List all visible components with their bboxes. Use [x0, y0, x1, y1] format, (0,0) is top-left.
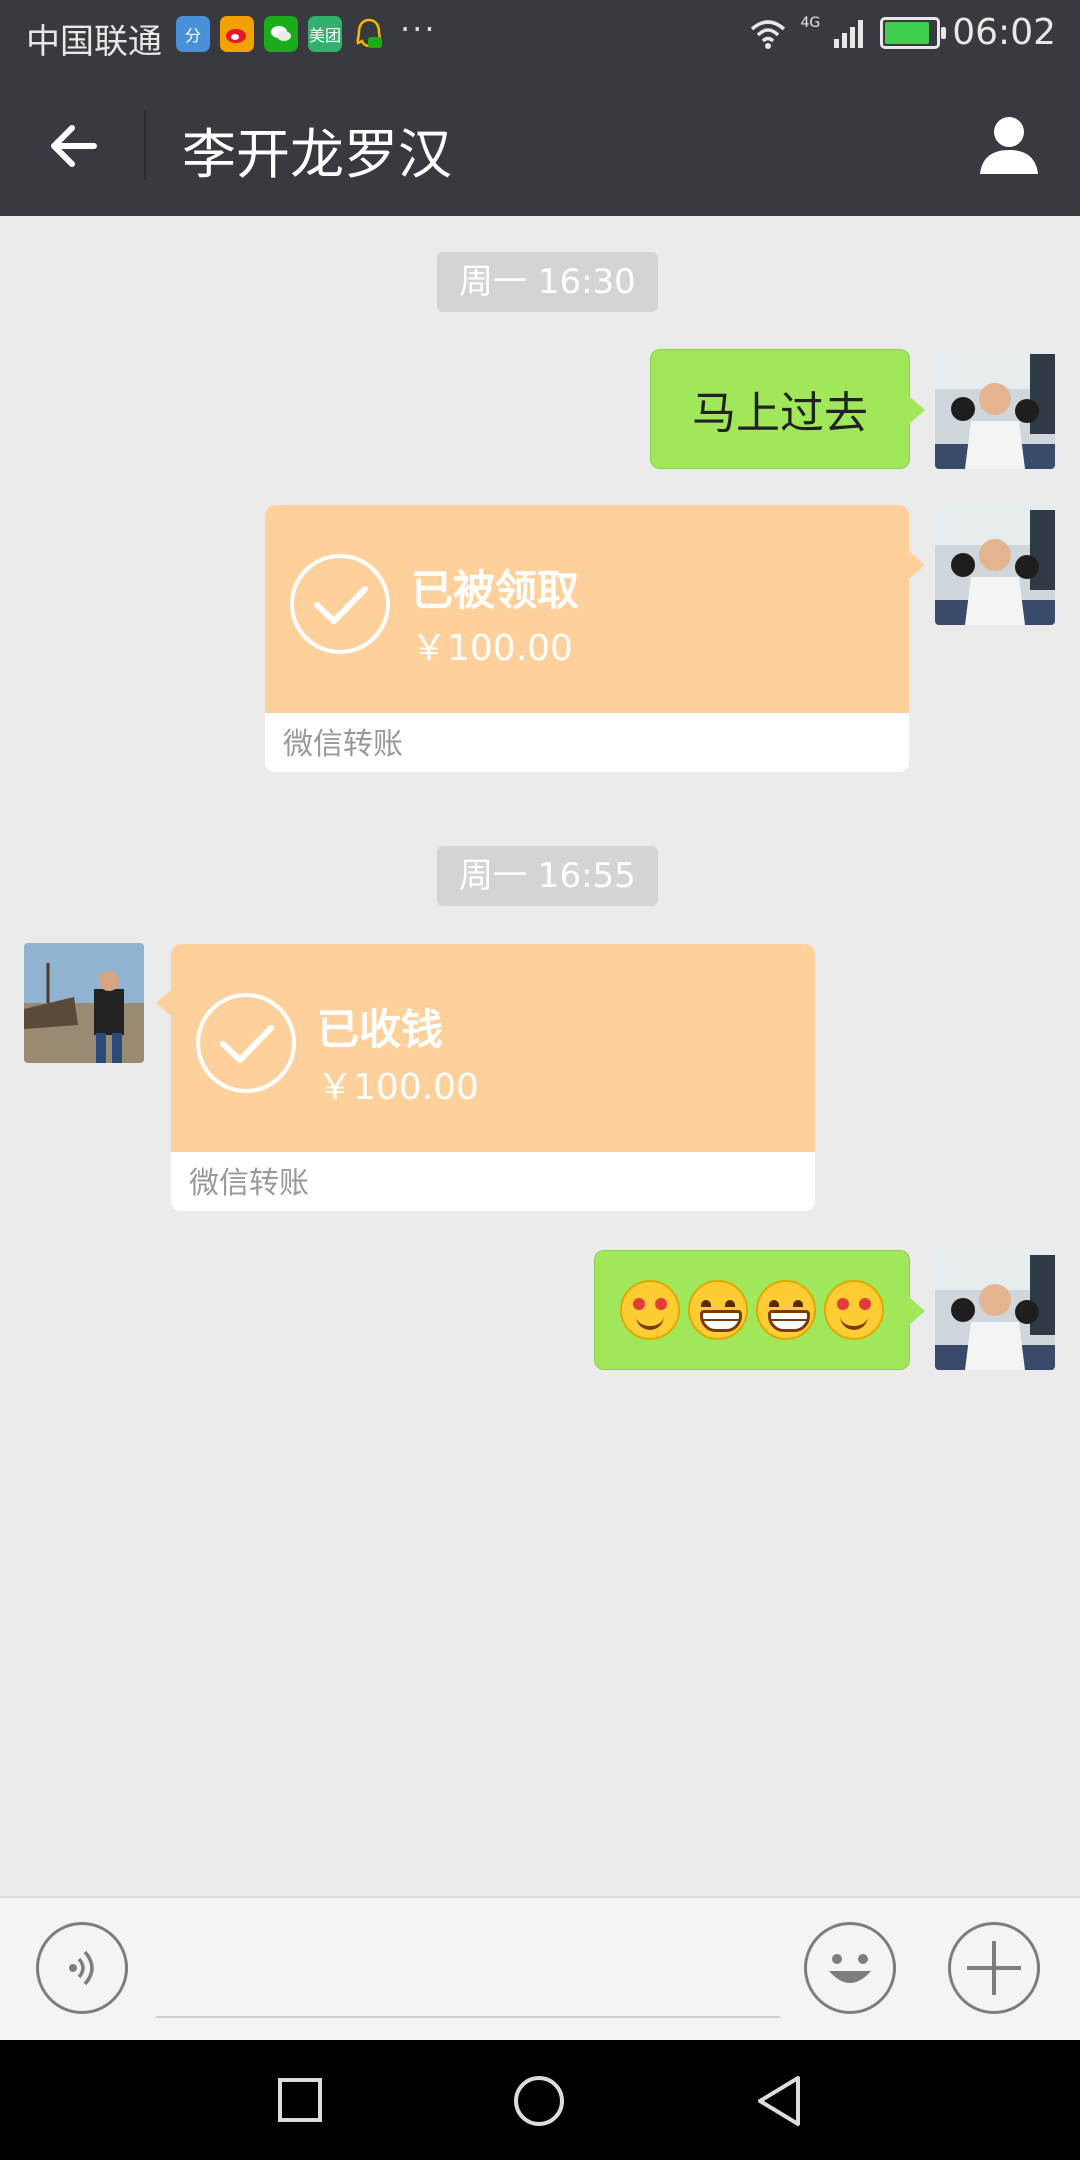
message-bubble-outgoing[interactable] — [594, 1250, 925, 1370]
smiling-face-with-heart-eyes-icon — [620, 1280, 680, 1340]
network-type-label: 4G — [800, 14, 821, 31]
qq-icon — [352, 16, 386, 52]
back-nav-icon[interactable] — [752, 2074, 806, 2128]
emoji-button[interactable] — [804, 1922, 896, 2014]
emoji-message — [620, 1280, 884, 1340]
wechat-icon — [264, 16, 298, 52]
my-avatar[interactable] — [935, 349, 1055, 469]
wifi-icon — [751, 19, 786, 49]
smiling-face-with-heart-eyes-icon — [824, 1280, 884, 1340]
transfer-card-incoming[interactable]: 已收钱 ￥100.00 微信转账 — [171, 944, 815, 1211]
smiley-icon — [829, 1954, 871, 1983]
timestamp-divider: 周一 16:55 — [437, 846, 658, 906]
system-indicators: 4G 06:02 — [748, 12, 1056, 53]
home-icon[interactable] — [512, 2074, 566, 2128]
chat-input-bar — [0, 1896, 1080, 2042]
battery-icon — [880, 16, 947, 49]
transfer-footer-label: 微信转账 — [283, 727, 403, 762]
transfer-amount: ￥100.00 — [317, 1067, 479, 1108]
chat-header: 李开龙罗汉 — [0, 72, 1080, 216]
carrier-name: 中国联通 — [26, 22, 162, 62]
voice-icon — [69, 1950, 94, 1986]
grinning-face-icon — [756, 1280, 816, 1340]
weibo-icon — [220, 16, 254, 52]
recent-apps-icon[interactable] — [276, 2076, 324, 2124]
message-text: 马上过去 — [692, 388, 868, 439]
notification-icons: 分 美团 — [176, 16, 386, 52]
transfer-amount: ￥100.00 — [411, 628, 573, 669]
more-functions-button[interactable] — [948, 1922, 1040, 2014]
bubble-tail — [909, 551, 925, 579]
system-navigation-bar — [0, 2040, 1080, 2160]
more-notifications-indicator: ··· — [400, 10, 437, 48]
transfer-card-outgoing[interactable]: 已被领取 ￥100.00 微信转账 — [265, 505, 909, 772]
message-input[interactable] — [156, 2016, 780, 2018]
header-divider — [144, 110, 146, 180]
plus-icon — [967, 1941, 1021, 1995]
back-arrow-icon[interactable] — [42, 116, 102, 176]
signal-icon — [834, 19, 864, 48]
message-bubble-outgoing[interactable]: 马上过去 — [650, 349, 925, 469]
contact-avatar[interactable] — [24, 943, 144, 1063]
transfer-status: 已被领取 — [411, 566, 580, 615]
contact-profile-icon[interactable] — [976, 112, 1042, 178]
chat-title: 李开龙罗汉 — [182, 123, 452, 186]
status-bar: 中国联通 分 美团 ··· 4G 06:02 — [0, 0, 1080, 72]
bubble-tail — [156, 989, 172, 1017]
grinning-face-icon — [688, 1280, 748, 1340]
my-avatar[interactable] — [935, 505, 1055, 625]
timestamp-divider: 周一 16:30 — [437, 252, 658, 312]
clock: 06:02 — [952, 12, 1056, 53]
transfer-status: 已收钱 — [317, 1005, 444, 1054]
check-circle-icon — [196, 993, 296, 1093]
my-avatar[interactable] — [935, 1250, 1055, 1370]
meituan-icon: 美团 — [308, 16, 342, 52]
transfer-footer-label: 微信转账 — [189, 1166, 309, 1201]
voice-input-button[interactable] — [36, 1922, 128, 2014]
baidu-icon: 分 — [176, 16, 210, 52]
check-circle-icon — [290, 554, 390, 654]
